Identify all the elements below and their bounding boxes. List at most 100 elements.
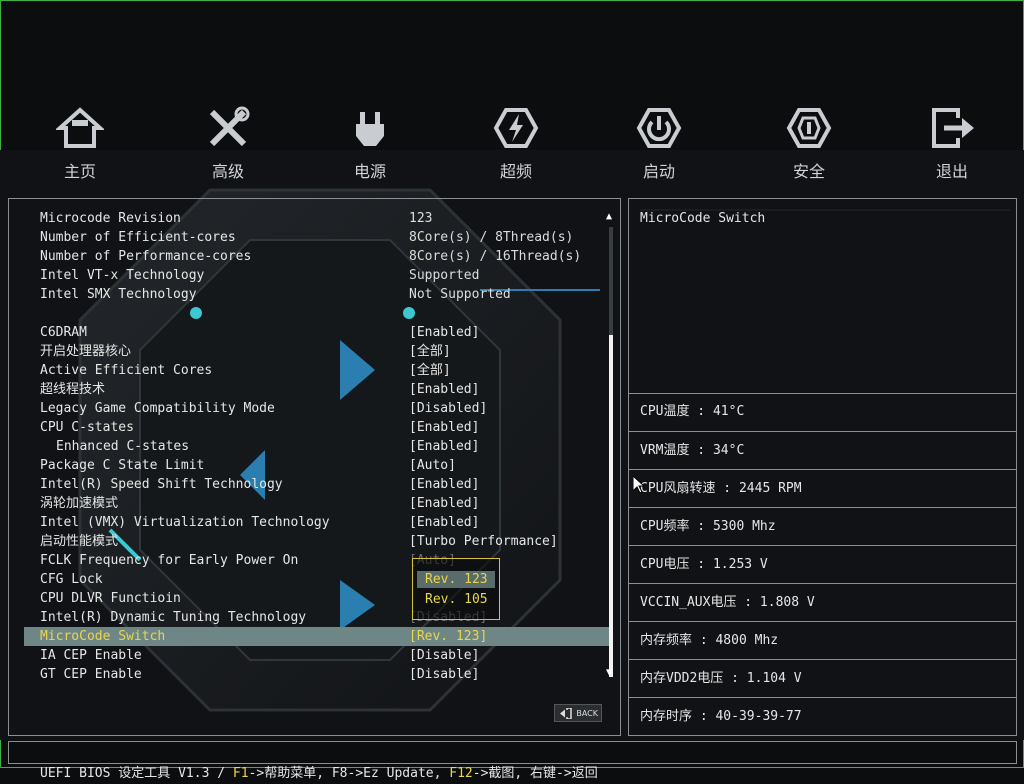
sensor-readout: 内存VDD2电压 : 1.104 V xyxy=(629,659,1016,696)
setting-label: Package C State Limit xyxy=(40,458,205,473)
setting-label: 超线程技术 xyxy=(40,382,106,397)
setting-value: 8Core(s) / 16Thread(s) xyxy=(409,249,582,264)
nav-item-security[interactable]: 安全 xyxy=(764,100,854,182)
nav-item-power[interactable]: 电源 xyxy=(325,100,415,182)
status-prefix: UEFI BIOS 设定工具 V1.3 / xyxy=(40,766,233,781)
setting-row: Microcode Revision 123 xyxy=(24,209,609,228)
scroll-up-arrow-icon[interactable]: ▲ xyxy=(606,211,612,222)
setting-value[interactable]: [Enabled] xyxy=(409,380,479,399)
popup-option[interactable]: Rev. 105 xyxy=(417,591,495,608)
nav-item-overclock[interactable]: 超频 xyxy=(471,100,561,182)
setting-row[interactable]: Intel(R) Dynamic Tuning Technology[Disab… xyxy=(24,608,609,627)
setting-label: Intel(R) Speed Shift Technology xyxy=(40,477,283,492)
back-button-label: BACK xyxy=(576,709,598,718)
nav-item-boot[interactable]: 启动 xyxy=(614,100,704,182)
setting-row[interactable]: MicroCode Switch [Rev. 123] xyxy=(24,627,609,646)
nav-item-exit[interactable]: 退出 xyxy=(907,100,997,182)
back-button[interactable]: BACK xyxy=(554,704,602,722)
scroll-thumb[interactable] xyxy=(609,335,613,677)
nav-label: 启动 xyxy=(642,162,675,181)
sensor-readout: CPU频率 : 5300 Mhz xyxy=(629,507,1016,544)
sensor-readout: VRM温度 : 34°C xyxy=(629,431,1016,468)
setting-label: 涡轮加速模式 xyxy=(40,496,119,511)
setting-row[interactable]: Intel (VMX) Virtualization Technology [En… xyxy=(24,513,609,532)
power-plug-icon xyxy=(356,112,384,146)
scroll-down-arrow-icon[interactable]: ▼ xyxy=(606,667,612,678)
nav-item-advanced[interactable]: 高级 xyxy=(183,100,273,182)
setting-value[interactable]: [Turbo Performance] xyxy=(409,532,558,551)
setting-row: Number of Efficient-cores 8Core(s) / 8Thr… xyxy=(24,228,609,247)
setting-label: Number of Efficient-cores xyxy=(40,230,236,245)
setting-value[interactable]: [Enabled] xyxy=(409,418,479,437)
setting-row[interactable]: CPU C-states [Enabled] xyxy=(24,418,609,437)
sensor-readout: CPU电压 : 1.253 V xyxy=(629,545,1016,582)
top-navigation: 主页 高级 电源 超频 启动 安全 退出 xyxy=(0,100,1024,190)
setting-label: GT CEP Enable xyxy=(40,667,142,682)
nav-label: 主页 xyxy=(63,162,96,181)
setting-value[interactable]: [Enabled] xyxy=(409,437,479,456)
home-icon xyxy=(56,107,104,148)
info-panel: MicroCode Switch CPU温度 : 41°C VRM温度 : 34°… xyxy=(628,198,1017,736)
setting-row[interactable]: GT CEP Enable [Disable] xyxy=(24,665,609,684)
setting-label: FCLK Frequency for Early Power On xyxy=(40,553,299,568)
setting-value[interactable]: [全部] xyxy=(409,361,451,380)
mouse-cursor-icon xyxy=(633,476,645,494)
setting-row: Number of Performance-cores 8Core(s) / 16… xyxy=(24,247,609,266)
setting-label: Intel SMX Technology xyxy=(40,287,197,302)
shield-icon xyxy=(786,108,832,148)
setting-label: IA CEP Enable xyxy=(40,648,142,663)
option-popup[interactable]: Rev. 123 Rev. 105 xyxy=(412,558,500,620)
setting-value[interactable]: [Enabled] xyxy=(409,513,479,532)
setting-label: Intel(R) Dynamic Tuning Technology xyxy=(40,610,307,625)
back-icon xyxy=(560,708,572,719)
setting-label: 启动性能模式 xyxy=(40,534,119,549)
scrollbar[interactable]: ▲ ▼ xyxy=(606,211,616,679)
setting-row[interactable]: C6DRAM [Enabled] xyxy=(24,323,609,342)
setting-row[interactable]: 涡轮加速模式 [Enabled] xyxy=(24,494,609,513)
setting-label: 开启处理器核心 xyxy=(40,344,132,359)
status-key-f12: F12 xyxy=(449,766,473,781)
status-key-f1: F1 xyxy=(232,766,249,781)
setting-row: Intel SMX Technology Not Supported xyxy=(24,285,609,304)
exit-icon xyxy=(932,108,974,148)
setting-value[interactable]: [Disable] xyxy=(409,665,479,684)
setting-value[interactable]: [Enabled] xyxy=(409,323,479,342)
nav-label: 超频 xyxy=(499,162,532,181)
nav-item-home[interactable]: 主页 xyxy=(35,100,125,182)
nav-label: 高级 xyxy=(211,162,244,181)
setting-row[interactable]: 开启处理器核心 [全部] xyxy=(24,342,609,361)
setting-row[interactable]: Legacy Game Compatibility Mode [Disabled] xyxy=(24,399,609,418)
setting-row[interactable]: Intel(R) Speed Shift Technology [Enabled] xyxy=(24,475,609,494)
setting-value[interactable]: [Disable] xyxy=(409,646,479,665)
setting-value: 123 xyxy=(409,211,433,226)
sensor-readout: 内存频率 : 4800 Mhz xyxy=(629,621,1016,658)
setting-value: Supported xyxy=(409,268,480,283)
nav-label: 安全 xyxy=(792,162,825,181)
setting-label: CFG Lock xyxy=(40,572,103,587)
setting-label: C6DRAM xyxy=(40,325,87,340)
setting-row[interactable]: IA CEP Enable [Disable] xyxy=(24,646,609,665)
setting-row[interactable]: FCLK Frequency for Early Power On[Auto] xyxy=(24,551,609,570)
setting-value[interactable]: [Enabled] xyxy=(409,494,479,513)
setting-value[interactable]: [全部] xyxy=(409,342,451,361)
status-text: UEFI BIOS 设定工具 V1.3 / F1->帮助菜单, F8->Ez U… xyxy=(40,763,598,784)
setting-value[interactable]: [Disabled] xyxy=(409,399,487,418)
setting-row[interactable]: CPU DLVR Functioin xyxy=(24,589,609,608)
setting-row[interactable]: Enhanced C-states [Enabled] xyxy=(24,437,609,456)
setting-value[interactable]: [Rev. 123] xyxy=(409,627,487,646)
setting-row: Intel VT-x Technology Supported xyxy=(24,266,609,285)
popup-option[interactable]: Rev. 123 xyxy=(417,571,495,588)
setting-row[interactable]: 超线程技术 [Enabled] xyxy=(24,380,609,399)
setting-value[interactable]: [Auto] xyxy=(409,456,456,475)
nav-label: 退出 xyxy=(935,162,968,181)
setting-label: Legacy Game Compatibility Mode xyxy=(40,401,275,416)
setting-row[interactable]: 启动性能模式 [Turbo Performance] xyxy=(24,532,609,551)
setting-value[interactable]: [Enabled] xyxy=(409,475,479,494)
setting-value: Not Supported xyxy=(409,287,511,302)
setting-row[interactable]: Active Efficient Cores [全部] xyxy=(24,361,609,380)
power-icon xyxy=(636,108,682,148)
setting-row[interactable]: Package C State Limit [Auto] xyxy=(24,456,609,475)
setting-row[interactable]: CFG Lock xyxy=(24,570,609,589)
sensor-readout: 内存时序 : 40-39-39-77 xyxy=(629,697,1016,734)
setting-label: Microcode Revision xyxy=(40,211,181,226)
